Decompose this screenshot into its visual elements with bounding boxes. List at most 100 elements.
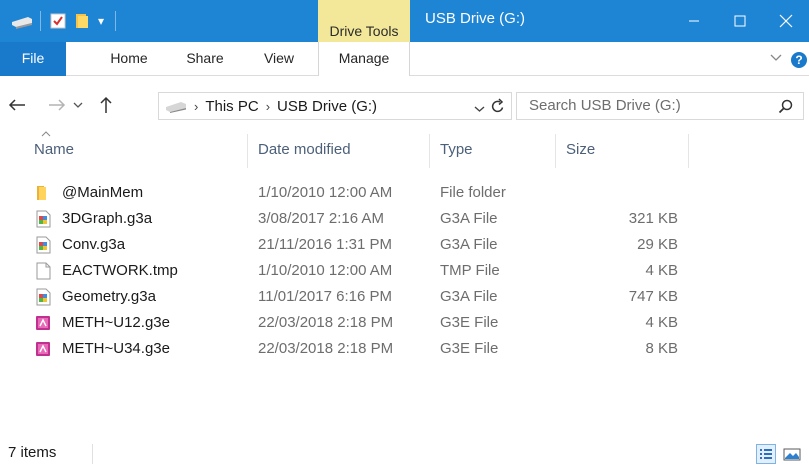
new-folder-icon[interactable] — [74, 0, 90, 42]
item-count: 7 items — [8, 444, 57, 461]
file-date-modified: 1/10/2010 12:00 AM — [258, 184, 393, 201]
table-row[interactable]: @MainMem 1/10/2010 12:00 AM File folder — [0, 180, 809, 206]
tab-view[interactable]: View — [254, 42, 304, 76]
file-size: 747 KB — [628, 288, 678, 305]
table-row[interactable]: METH~U12.g3e 22/03/2018 2:18 PM G3E File… — [0, 310, 809, 336]
table-row[interactable]: 3DGraph.g3a 3/08/2017 2:16 AM G3A File 3… — [0, 206, 809, 232]
maximize-button[interactable] — [717, 0, 763, 42]
table-row[interactable]: Conv.g3a 21/11/2016 1:31 PM G3A File 29 … — [0, 232, 809, 258]
g3e-file-icon — [34, 314, 52, 332]
large-icons-view-button[interactable] — [782, 444, 802, 464]
details-view-button[interactable] — [756, 444, 776, 464]
file-name: @MainMem — [62, 184, 144, 201]
column-divider[interactable] — [429, 134, 430, 168]
column-header-size[interactable]: Size — [566, 130, 686, 170]
customize-quick-access-icon[interactable]: ▾ — [98, 0, 104, 42]
file-date-modified: 22/03/2018 2:18 PM — [258, 340, 394, 357]
file-type: TMP File — [440, 262, 500, 279]
g3a-file-icon — [34, 288, 52, 306]
file-size: 4 KB — [645, 262, 678, 279]
file-date-modified: 3/08/2017 2:16 AM — [258, 210, 384, 227]
g3a-file-icon — [34, 236, 52, 254]
navigation-bar: › This PC › USB Drive (G:) Search USB Dr… — [0, 80, 809, 130]
column-header-name[interactable]: Name — [34, 130, 246, 170]
file-date-modified: 21/11/2016 1:31 PM — [258, 236, 392, 253]
up-arrow-icon — [100, 96, 112, 113]
file-size: 8 KB — [645, 340, 678, 357]
address-history-dropdown-icon[interactable] — [474, 100, 485, 116]
back-button[interactable] — [4, 92, 30, 118]
close-button[interactable] — [763, 0, 809, 42]
expand-ribbon-icon[interactable] — [769, 50, 783, 67]
column-divider[interactable] — [688, 134, 689, 168]
file-date-modified: 22/03/2018 2:18 PM — [258, 314, 394, 331]
breadcrumb-chevron-icon[interactable]: › — [266, 99, 270, 114]
search-icon[interactable] — [778, 99, 793, 117]
file-name: EACTWORK.tmp — [62, 262, 178, 279]
usb-drive-icon — [165, 99, 187, 113]
column-divider[interactable] — [247, 134, 248, 168]
recent-locations-button[interactable] — [70, 92, 86, 118]
details-view-icon — [760, 449, 772, 459]
address-bar[interactable]: › This PC › USB Drive (G:) — [158, 92, 512, 120]
back-arrow-icon — [8, 99, 25, 111]
file-type: G3A File — [440, 210, 498, 227]
breadcrumb-usb-drive[interactable]: USB Drive (G:) — [277, 98, 377, 115]
folder-icon — [34, 184, 52, 202]
column-header-date-modified[interactable]: Date modified — [258, 130, 428, 170]
forward-button[interactable] — [44, 92, 70, 118]
g3e-file-icon — [34, 340, 52, 358]
file-size: 4 KB — [645, 314, 678, 331]
window-title: USB Drive (G:) — [425, 10, 526, 27]
file-type: G3E File — [440, 340, 499, 357]
large-icons-view-icon — [783, 448, 801, 461]
forward-arrow-icon — [49, 99, 66, 111]
breadcrumb-this-pc[interactable]: This PC — [205, 98, 258, 115]
status-divider — [92, 444, 93, 464]
minimize-button[interactable] — [671, 0, 717, 42]
title-bar: ▾ Drive Tools USB Drive (G:) — [0, 0, 809, 48]
file-date-modified: 11/01/2017 6:16 PM — [258, 288, 392, 305]
file-name: METH~U12.g3e — [62, 314, 170, 331]
tab-share[interactable]: Share — [176, 42, 234, 76]
file-name: 3DGraph.g3a — [62, 210, 153, 227]
search-placeholder: Search USB Drive (G:) — [529, 97, 681, 114]
file-name: METH~U34.g3e — [62, 340, 170, 357]
file-size: 29 KB — [637, 236, 678, 253]
file-name: Conv.g3a — [62, 236, 126, 253]
table-row[interactable]: EACTWORK.tmp 1/10/2010 12:00 AM TMP File… — [0, 258, 809, 284]
column-header-type[interactable]: Type — [440, 130, 550, 170]
search-input[interactable]: Search USB Drive (G:) — [516, 92, 804, 120]
column-divider[interactable] — [555, 134, 556, 168]
maximize-icon — [734, 15, 746, 27]
file-name: Geometry.g3a — [62, 288, 156, 305]
status-bar: 7 items — [0, 438, 809, 468]
minimize-icon — [689, 20, 699, 22]
breadcrumb-chevron-icon[interactable]: › — [194, 99, 198, 114]
drive-icon — [10, 0, 34, 42]
close-icon — [779, 14, 793, 28]
ribbon-tab-bar: File Home Share View Manage ? — [0, 42, 809, 76]
refresh-icon[interactable] — [491, 98, 505, 117]
quick-access-divider — [115, 11, 116, 31]
table-row[interactable]: Geometry.g3a 11/01/2017 6:16 PM G3A File… — [0, 284, 809, 310]
table-row[interactable]: METH~U34.g3e 22/03/2018 2:18 PM G3E File… — [0, 336, 809, 362]
blank-file-icon — [34, 262, 52, 280]
file-type: G3A File — [440, 236, 498, 253]
tab-home[interactable]: Home — [96, 42, 162, 76]
g3a-file-icon — [34, 210, 52, 228]
tab-manage[interactable]: Manage — [318, 42, 410, 76]
chevron-down-icon — [73, 102, 83, 108]
file-date-modified: 1/10/2010 12:00 AM — [258, 262, 393, 279]
properties-icon[interactable] — [50, 0, 66, 42]
file-type: G3E File — [440, 314, 499, 331]
file-type: File folder — [440, 184, 506, 201]
tab-file[interactable]: File — [0, 42, 66, 76]
quick-access-divider — [40, 11, 41, 31]
file-type: G3A File — [440, 288, 498, 305]
drive-tools-context-tab: Drive Tools — [318, 0, 410, 48]
file-size: 321 KB — [628, 210, 678, 227]
help-icon[interactable]: ? — [791, 52, 807, 68]
up-button[interactable] — [93, 92, 119, 118]
file-list: @MainMem 1/10/2010 12:00 AM File folder … — [0, 180, 809, 362]
